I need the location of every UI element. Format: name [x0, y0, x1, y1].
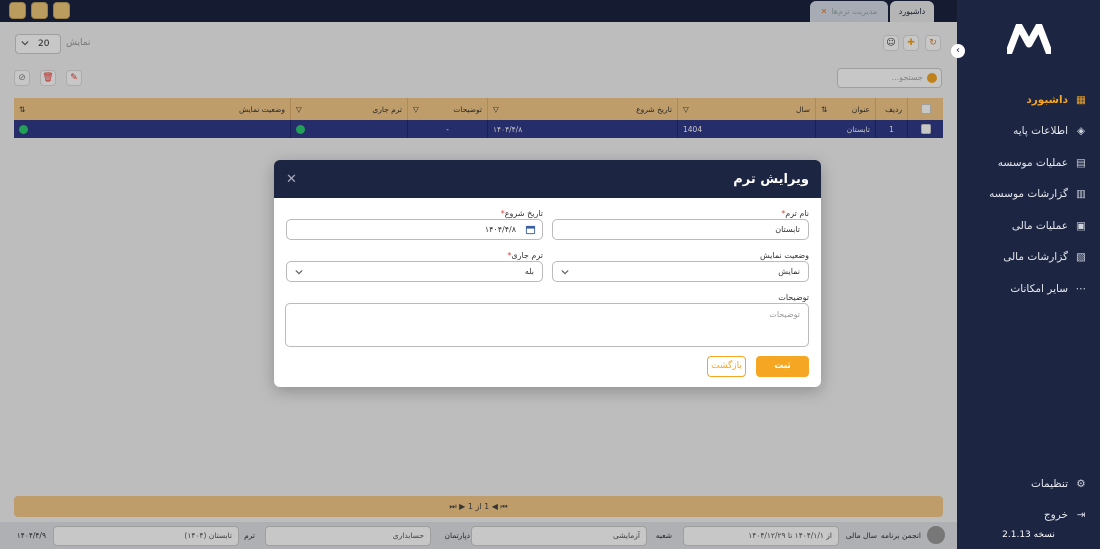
finance-report-icon: ▧	[1076, 251, 1086, 264]
dialog-header: ویرایش ترم ✕	[274, 160, 821, 198]
sidebar-item-label: سایر امکانات	[1010, 282, 1068, 295]
close-icon[interactable]: ✕	[286, 172, 297, 187]
sidebar-item-label: خروج	[1043, 509, 1068, 522]
dashboard-icon: ▦	[1076, 93, 1086, 106]
chevron-down-icon	[295, 269, 303, 275]
sidebar-item-logout[interactable]: ⇥ خروج	[957, 500, 1100, 532]
sidebar-item-label: داشبورد	[1026, 93, 1068, 106]
dialog-title: ویرایش ترم	[733, 171, 809, 187]
back-button[interactable]: بازگشت	[707, 356, 746, 377]
sidebar-item-finance-report[interactable]: ▧ گزارشات مالی	[957, 242, 1100, 274]
current-term-select[interactable]: بله	[286, 261, 543, 282]
start-date-label: تاریخ شروع*	[500, 209, 543, 218]
clipboard-icon: ▤	[1076, 156, 1086, 169]
description-label: توضیحات	[778, 293, 809, 302]
sidebar-item-clipboard[interactable]: ▤ عملیات موسسه	[957, 147, 1100, 179]
term-name-label: نام ترم*	[781, 209, 809, 218]
sidebar-item-gear[interactable]: ⚙ تنظیمات	[957, 468, 1100, 500]
layers-icon: ◈	[1076, 125, 1086, 138]
edit-term-dialog: ویرایش ترم ✕ نام ترم* تابستان تاریخ شروع…	[274, 160, 821, 387]
sidebar-item-label: گزارشات مالی	[1003, 251, 1068, 264]
sidebar-item-label: عملیات مالی	[1011, 219, 1068, 232]
save-button[interactable]: ثبت اطلاعات	[756, 356, 809, 387]
sidebar-nav: ▦ داشبورد ◈ اطلاعات پایه ▤ عملیات موسسه ▥ گزارش…	[957, 84, 1100, 305]
sidebar-item-wallet[interactable]: ▣ عملیات مالی	[957, 210, 1100, 242]
sidebar-item-bar-chart[interactable]: ▥ گزارشات موسسه	[957, 179, 1100, 211]
chevron-down-icon	[561, 269, 569, 275]
sidebar: › ▦ داشبورد ◈ اطلاعات پایه ▤ عملیات موسسه ▥ گزا…	[951, 0, 1100, 549]
sidebar-bottom: ⚙ تنظیمات ⇥ خروج	[957, 468, 1100, 531]
term-name-field[interactable]: تابستان	[552, 219, 809, 240]
logo	[957, 22, 1100, 57]
wallet-icon: ▣	[1076, 219, 1086, 232]
display-status-label: وضعیت نمایش	[759, 251, 809, 260]
sidebar-item-label: عملیات موسسه	[997, 156, 1068, 169]
version-label: نسخه 2.1.13	[1002, 530, 1055, 540]
current-term-label: ترم جاری*	[507, 251, 543, 260]
sidebar-item-label: گزارشات موسسه	[989, 188, 1068, 201]
gear-icon: ⚙	[1076, 477, 1086, 490]
calendar-icon[interactable]	[525, 224, 536, 235]
sidebar-item-label: اطلاعات پایه	[1013, 125, 1068, 138]
sidebar-item-more[interactable]: ⋯ سایر امکانات	[957, 273, 1100, 305]
collapse-sidebar-button[interactable]: ›	[951, 44, 965, 58]
display-status-select[interactable]: نمایش	[552, 261, 809, 282]
bar-chart-icon: ▥	[1076, 188, 1086, 201]
more-icon: ⋯	[1075, 282, 1087, 295]
logout-icon: ⇥	[1076, 509, 1086, 522]
brand-logo-icon	[1005, 22, 1052, 56]
start-date-field[interactable]: ۱۴۰۴/۴/۸	[286, 219, 543, 240]
sidebar-item-layers[interactable]: ◈ اطلاعات پایه	[957, 116, 1100, 148]
sidebar-item-label: تنظیمات	[1030, 477, 1068, 490]
description-textarea[interactable]: توضیحات	[285, 303, 809, 347]
sidebar-item-dashboard[interactable]: ▦ داشبورد	[957, 84, 1100, 116]
